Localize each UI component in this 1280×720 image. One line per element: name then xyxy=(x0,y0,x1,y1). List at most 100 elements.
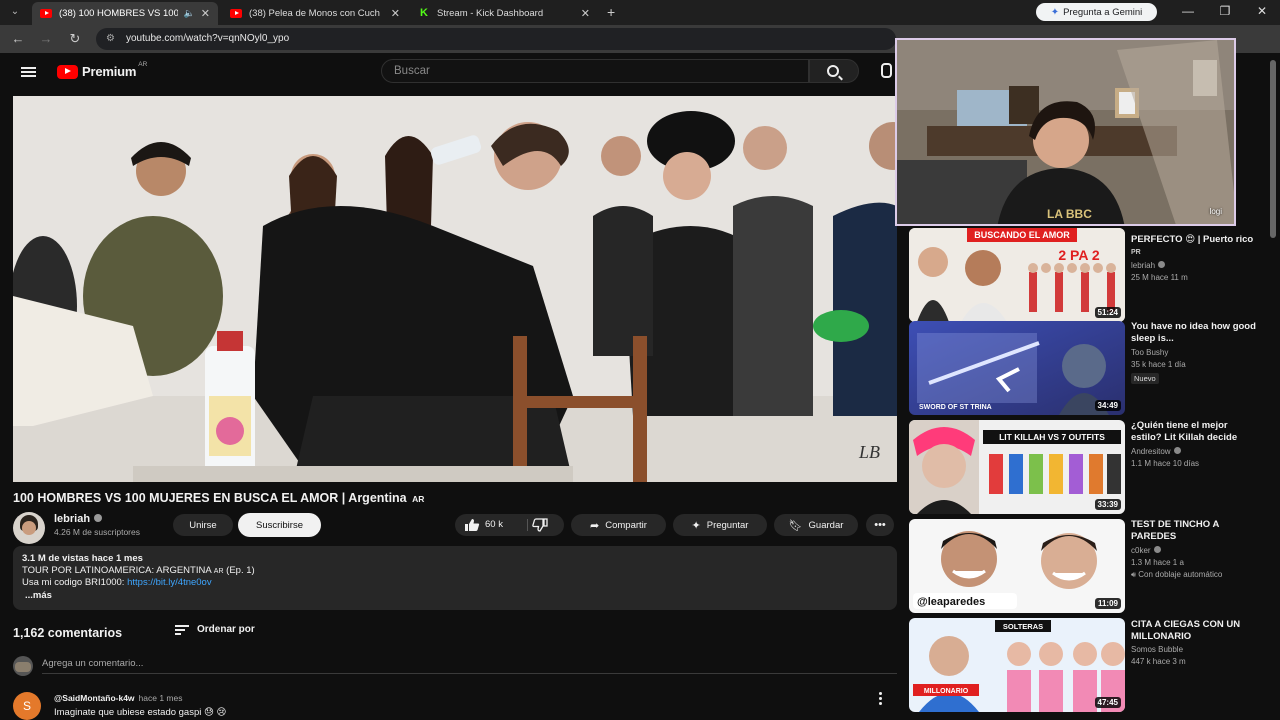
video-title[interactable]: TEST DE TINCHO A PAREDES xyxy=(1131,519,1259,543)
video-thumbnail[interactable]: SWORD OF ST TRINA 34:49 xyxy=(909,321,1125,415)
subscriber-count: 4.26 M de suscriptores xyxy=(54,527,140,537)
gemini-icon: ✦ xyxy=(1050,6,1060,18)
verified-icon xyxy=(1173,447,1181,454)
recommended-video[interactable]: SWORD OF ST TRINA 34:49 You have no idea… xyxy=(909,321,1280,415)
recommended-video[interactable]: LIT KILLAH VS 7 OUTFITS 33:39 ¿Quién tie… xyxy=(909,420,1280,514)
video-duration: 33:39 xyxy=(1094,499,1121,510)
video-meta: 1.3 M hace 1 a xyxy=(1131,558,1184,567)
menu-icon[interactable] xyxy=(21,67,36,77)
comment-menu-icon[interactable] xyxy=(878,692,882,706)
subscribe-button[interactable]: Suscribirse xyxy=(238,513,321,537)
description-line-1-ar: AR xyxy=(213,568,224,575)
save-label: Guardar xyxy=(808,519,844,531)
ask-button[interactable]: ✦ Preguntar xyxy=(673,514,767,536)
close-window-button[interactable]: ✕ xyxy=(1252,4,1272,18)
channel-avatar[interactable] xyxy=(13,512,45,544)
close-tab-icon[interactable]: ✕ xyxy=(201,7,210,20)
speaker-icon[interactable]: 🔈 xyxy=(184,8,195,19)
channel-name[interactable]: Andresitow xyxy=(1131,447,1181,456)
join-button[interactable]: Unirse xyxy=(173,514,233,536)
scrollbar-thumb[interactable] xyxy=(1270,60,1276,238)
show-more-link[interactable]: ...más xyxy=(25,590,52,601)
add-comment-input[interactable]: Agrega un comentario... xyxy=(42,658,143,669)
minimize-button[interactable]: — xyxy=(1178,4,1198,18)
video-thumbnail[interactable]: BUSCANDO EL AMOR 2 PA 2 51:24 xyxy=(909,228,1125,322)
commenter-avatar[interactable]: S xyxy=(13,692,41,720)
description-line-1: TOUR POR LATINOAMERICA: ARGENTINA AR (Ep… xyxy=(22,565,255,576)
tab-search-button[interactable]: ⌄ xyxy=(8,5,22,19)
sort-label: Ordenar por xyxy=(197,624,255,635)
search-icon xyxy=(827,65,839,77)
like-dislike-group: 60 k xyxy=(455,514,564,536)
thumbnail-art: SWORD OF ST TRINA xyxy=(909,321,1125,415)
description-link[interactable]: https://bit.ly/4tne0ov xyxy=(127,577,212,588)
close-tab-icon[interactable]: ✕ xyxy=(391,7,400,20)
video-title[interactable]: ¿Quién tiene el mejor estilo? Lit Killah… xyxy=(1131,420,1259,444)
video-meta: 447 k hace 3 m xyxy=(1131,657,1186,666)
channel-name[interactable]: Somos Bubble xyxy=(1131,645,1183,654)
recommended-video[interactable]: SOLTERAS MILLONARIO 47:45 CITA A CIEGAS … xyxy=(909,618,1280,712)
webcam-overlay: LA BBC logi xyxy=(895,38,1236,226)
video-title-suffix: AR xyxy=(412,494,425,504)
description-line-1-tail: (Ep. 1) xyxy=(226,565,255,576)
verified-icon xyxy=(94,514,103,522)
share-button[interactable]: ➦ Compartir xyxy=(571,514,666,536)
back-icon[interactable]: ← xyxy=(10,31,26,46)
video-meta: 25 M hace 11 m xyxy=(1131,273,1188,282)
recommended-video[interactable]: BUSCANDO EL AMOR 2 PA 2 51:24 PERFECTO 😍… xyxy=(909,228,1280,322)
video-title-suffix: PR xyxy=(1131,249,1141,256)
channel-name[interactable]: lebriah xyxy=(54,513,103,525)
thumbnail-art: BUSCANDO EL AMOR 2 PA 2 xyxy=(909,228,1125,322)
tab-youtube-monos[interactable]: (38) Pelea de Monos con Cuch ✕ xyxy=(222,2,408,25)
comments-count: 1,162 comentarios xyxy=(13,626,123,640)
search-button[interactable] xyxy=(809,59,859,83)
channel-name-text: lebriah xyxy=(54,513,91,525)
channel-name[interactable]: c0ker xyxy=(1131,546,1161,555)
channel-name[interactable]: lebriah xyxy=(1131,261,1166,270)
tab-kick-dashboard[interactable]: K Stream - Kick Dashboard ✕ xyxy=(412,2,598,25)
site-info-icon[interactable]: ⚙ xyxy=(106,33,118,45)
tab-youtube-video[interactable]: (38) 100 HOMBRES VS 100 🔈 ✕ xyxy=(32,2,218,25)
save-button[interactable]: 🔖︎ Guardar xyxy=(774,514,858,536)
microphone-icon[interactable] xyxy=(876,62,894,80)
description-box[interactable]: 3.1 M de vistas hace 1 mes TOUR POR LATI… xyxy=(13,546,897,610)
thumbnail-subtitle: 2 PA 2 xyxy=(1058,247,1099,263)
video-player[interactable]: LB xyxy=(13,96,897,482)
close-tab-icon[interactable]: ✕ xyxy=(581,7,590,20)
sparkle-icon: ✦ xyxy=(691,519,701,532)
youtube-icon xyxy=(40,9,52,18)
channel-name[interactable]: Too Bushy xyxy=(1131,348,1168,357)
video-title[interactable]: CITA A CIEGAS CON UN MILLONARIO xyxy=(1131,619,1259,643)
logo-country: AR xyxy=(138,61,148,68)
video-thumbnail[interactable]: LIT KILLAH VS 7 OUTFITS 33:39 xyxy=(909,420,1125,514)
video-title[interactable]: PERFECTO 😍 | Puerto rico PR xyxy=(1131,234,1259,259)
new-tab-button[interactable]: + xyxy=(607,4,615,20)
video-title[interactable]: You have no idea how good sleep is... xyxy=(1131,321,1259,345)
maximize-button[interactable]: ❐ xyxy=(1215,4,1235,18)
search-input[interactable]: Buscar xyxy=(381,59,809,83)
more-actions-button[interactable]: ••• xyxy=(866,514,894,536)
like-divider xyxy=(527,519,528,531)
thumbnail-title: SOLTERAS xyxy=(1003,622,1043,631)
page-scrollbar[interactable] xyxy=(1269,58,1277,720)
forward-icon[interactable]: → xyxy=(38,31,54,46)
comment-header: @SaidMontaño-k4w hace 1 mes xyxy=(54,693,183,703)
dislike-icon[interactable] xyxy=(532,518,548,532)
tab-title: (38) Pelea de Monos con Cuch xyxy=(249,8,380,19)
youtube-logo[interactable]: Premium AR xyxy=(57,61,148,79)
like-icon[interactable] xyxy=(464,518,480,532)
recommended-video[interactable]: @leaparedes 11:09 TEST DE TINCHO A PARED… xyxy=(909,519,1280,613)
video-thumbnail[interactable]: SOLTERAS MILLONARIO 47:45 xyxy=(909,618,1125,712)
like-count: 60 k xyxy=(485,519,503,530)
sort-button[interactable]: Ordenar por xyxy=(175,624,255,635)
gemini-button[interactable]: ✦ Pregunta a Gemini xyxy=(1036,3,1157,21)
reload-icon[interactable]: ↻ xyxy=(67,31,83,47)
browser-tab-bar: ⌄ (38) 100 HOMBRES VS 100 🔈 ✕ (38) Pelea… xyxy=(0,0,1280,25)
thumbnail-title: LIT KILLAH VS 7 OUTFITS xyxy=(999,432,1105,442)
address-field[interactable]: ⚙ youtube.com/watch?v=qnNOyl0_ypo xyxy=(96,28,896,50)
video-thumbnail[interactable]: @leaparedes 11:09 xyxy=(909,519,1125,613)
bookmark-icon: 🔖︎ xyxy=(788,519,803,532)
comment-author[interactable]: @SaidMontaño-k4w xyxy=(54,693,135,703)
ask-label: Preguntar xyxy=(706,519,749,531)
sort-icon xyxy=(175,624,189,635)
